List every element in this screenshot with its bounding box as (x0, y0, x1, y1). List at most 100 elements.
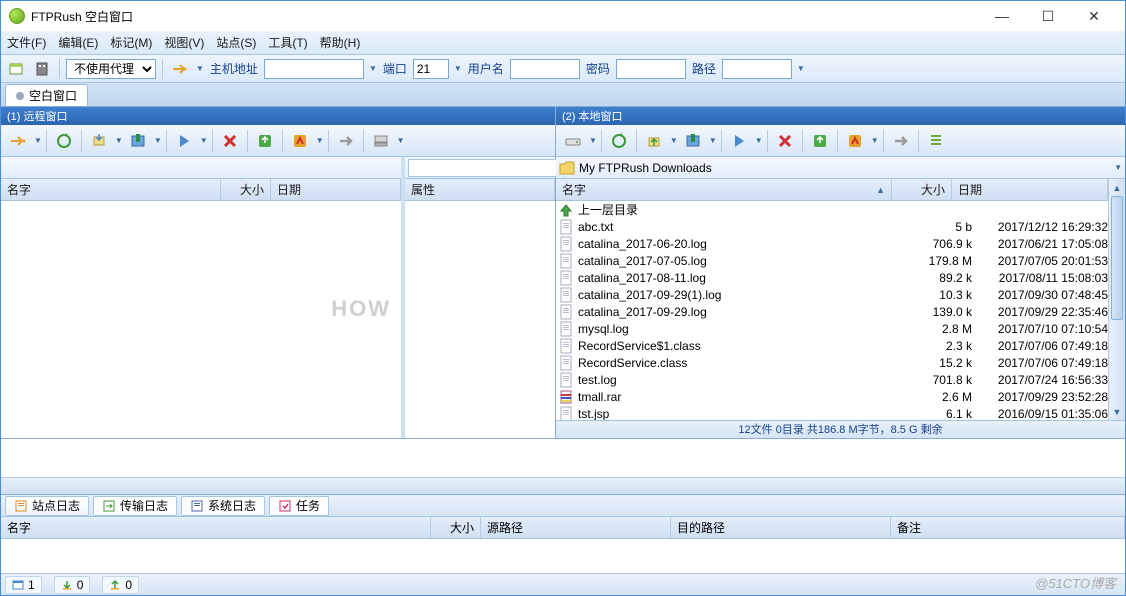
status-downloads[interactable]: 0 (54, 576, 91, 594)
connect-dropdown[interactable]: ▼ (196, 64, 204, 73)
abort-icon[interactable] (287, 128, 313, 154)
refresh-green-icon[interactable] (807, 128, 833, 154)
local-path-dropdown[interactable]: ▼ (1114, 163, 1122, 172)
status-uploads[interactable]: 0 (102, 576, 139, 594)
col-name[interactable]: 名字 (1, 179, 221, 200)
delete-local-icon[interactable] (772, 128, 798, 154)
local-scrollbar[interactable]: ▲ ▼ (1108, 179, 1125, 420)
menubar: 文件(F) 编辑(E) 标记(M) 视图(V) 站点(S) 工具(T) 帮助(H… (1, 31, 1125, 55)
queue-header: 名字 大小 源路径 目的路径 备注 (1, 517, 1125, 539)
refresh-icon[interactable] (252, 128, 278, 154)
port-input[interactable] (413, 59, 449, 79)
close-button[interactable]: ✕ (1071, 2, 1117, 30)
remote-filelist[interactable]: HOW (1, 201, 401, 438)
bookmark-local-icon[interactable] (680, 128, 706, 154)
server-icon[interactable] (368, 128, 394, 154)
col-name-local[interactable]: 名字▲ (556, 179, 892, 200)
qcol-name[interactable]: 名字 (1, 517, 431, 538)
col-attr[interactable]: 属性 (405, 179, 555, 200)
transfer-right-icon[interactable] (333, 128, 359, 154)
menu-help[interactable]: 帮助(H) (320, 34, 361, 51)
list-item[interactable]: catalina_2017-06-20.log706.9 k2017/06/21… (556, 235, 1108, 252)
qcol-dst[interactable]: 目的路径 (671, 517, 891, 538)
bookmark-icon[interactable] (125, 128, 151, 154)
menu-tools[interactable]: 工具(T) (268, 34, 307, 51)
list-item[interactable]: test.log701.8 k2017/07/24 16:56:33 (556, 371, 1108, 388)
logtab-site[interactable]: 站点日志 (5, 496, 89, 516)
up-arrow-icon (558, 202, 574, 218)
titlebar: FTPRush 空白窗口 — ☐ ✕ (1, 1, 1125, 31)
col-size[interactable]: 大小 (221, 179, 271, 200)
user-label: 用户名 (468, 60, 504, 77)
pass-input[interactable] (616, 59, 686, 79)
log-text-area[interactable] (1, 439, 1125, 477)
download-icon[interactable] (86, 128, 112, 154)
drive-icon[interactable] (560, 128, 586, 154)
status-windows[interactable]: 1 (5, 576, 42, 594)
list-item[interactable]: catalina_2017-09-29(1).log10.3 k2017/09/… (556, 286, 1108, 303)
local-path-text[interactable]: My FTPRush Downloads (579, 161, 1109, 175)
menu-file[interactable]: 文件(F) (7, 34, 46, 51)
host-input[interactable] (264, 59, 364, 79)
minimize-button[interactable]: — (979, 2, 1025, 30)
col-date-local[interactable]: 日期 (952, 179, 1108, 200)
local-columns: 名字▲ 大小 日期 (556, 179, 1108, 201)
up-directory[interactable]: 上一层目录 (556, 201, 1108, 218)
transfer-left-icon[interactable] (888, 128, 914, 154)
list-item[interactable]: RecordService$1.class2.3 k2017/07/06 07:… (556, 337, 1108, 354)
host-dropdown[interactable]: ▼ (369, 64, 377, 73)
file-icon (558, 304, 574, 320)
qcol-src[interactable]: 源路径 (481, 517, 671, 538)
scroll-up-button[interactable]: ▲ (1109, 179, 1125, 196)
port-dropdown[interactable]: ▼ (454, 64, 462, 73)
qcol-size[interactable]: 大小 (431, 517, 481, 538)
user-input[interactable] (510, 59, 580, 79)
log-scrollbar[interactable] (1, 477, 1125, 494)
scroll-down-button[interactable]: ▼ (1109, 403, 1125, 420)
list-item[interactable]: tst.jsp6.1 k2016/09/15 01:35:06 (556, 405, 1108, 420)
logtab-transfer[interactable]: 传输日志 (93, 496, 177, 516)
refresh-local-icon[interactable] (606, 128, 632, 154)
path-input[interactable] (722, 59, 792, 79)
list-item[interactable]: RecordService.class15.2 k2017/07/06 07:4… (556, 354, 1108, 371)
list-icon[interactable] (923, 128, 949, 154)
queue-list[interactable] (1, 539, 1125, 573)
qcol-note[interactable]: 备注 (891, 517, 1125, 538)
connect-arrow-icon[interactable] (5, 128, 31, 154)
scroll-thumb[interactable] (1111, 196, 1123, 320)
proxy-select[interactable]: 不使用代理 (66, 59, 156, 79)
remote-side-path-input[interactable] (408, 159, 571, 177)
new-tab-icon[interactable] (5, 58, 27, 80)
file-icon (558, 270, 574, 286)
connect-icon[interactable] (169, 58, 191, 80)
remote-attr-list[interactable] (405, 201, 555, 438)
list-item[interactable]: abc.txt5 b2017/12/12 16:29:32 (556, 218, 1108, 235)
archive-icon (558, 389, 574, 405)
abort-local-icon[interactable] (842, 128, 868, 154)
col-date[interactable]: 日期 (271, 179, 401, 200)
upload-icon[interactable] (641, 128, 667, 154)
list-item[interactable]: catalina_2017-08-11.log89.2 k2017/08/11 … (556, 269, 1108, 286)
play-icon[interactable] (171, 128, 197, 154)
col-size-local[interactable]: 大小 (892, 179, 952, 200)
sites-icon[interactable] (31, 58, 53, 80)
window-title: FTPRush 空白窗口 (31, 8, 133, 25)
logtab-system[interactable]: 系统日志 (181, 496, 265, 516)
list-item[interactable]: catalina_2017-07-05.log179.8 M2017/07/05… (556, 252, 1108, 269)
menu-view[interactable]: 视图(V) (164, 34, 204, 51)
tab-blank[interactable]: 空白窗口 (5, 84, 88, 106)
menu-sites[interactable]: 站点(S) (216, 34, 256, 51)
play-local-icon[interactable] (726, 128, 752, 154)
reconnect-icon[interactable] (51, 128, 77, 154)
remote-panel: (1) 远程窗口 ▼ ▼ ▼ ▼ ▼ ▼ (1, 107, 556, 438)
list-item[interactable]: tmall.rar2.6 M2017/09/29 23:52:28 (556, 388, 1108, 405)
maximize-button[interactable]: ☐ (1025, 2, 1071, 30)
menu-edit[interactable]: 编辑(E) (58, 34, 98, 51)
menu-mark[interactable]: 标记(M) (110, 34, 152, 51)
local-filelist[interactable]: 上一层目录 abc.txt5 b2017/12/12 16:29:32catal… (556, 201, 1108, 420)
path-dropdown[interactable]: ▼ (797, 64, 805, 73)
logtab-tasks[interactable]: 任务 (269, 496, 329, 516)
delete-icon[interactable] (217, 128, 243, 154)
list-item[interactable]: catalina_2017-09-29.log139.0 k2017/09/29… (556, 303, 1108, 320)
list-item[interactable]: mysql.log2.8 M2017/07/10 07:10:54 (556, 320, 1108, 337)
